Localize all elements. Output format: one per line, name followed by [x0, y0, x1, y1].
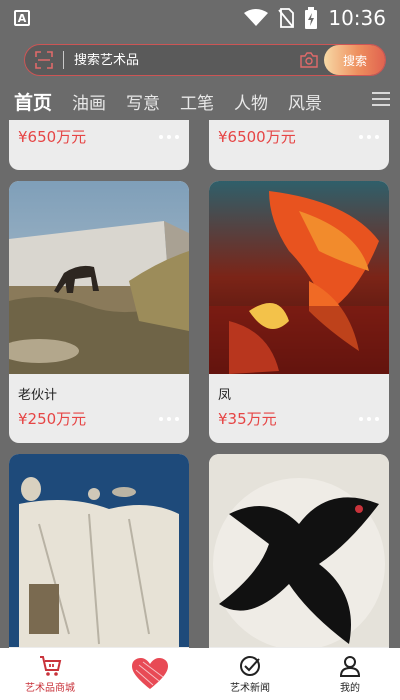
menu-icon[interactable]: [372, 92, 390, 110]
check-circle-icon: [240, 655, 260, 676]
tab-landscape[interactable]: 风景: [288, 89, 322, 114]
tab-figure[interactable]: 人物: [234, 89, 268, 114]
artwork-card[interactable]: ¥650万元: [9, 120, 189, 170]
more-icon[interactable]: [359, 416, 379, 421]
artwork-image: [209, 181, 389, 374]
more-icon[interactable]: [159, 134, 179, 139]
more-icon[interactable]: [359, 134, 379, 139]
scan-icon[interactable]: [25, 51, 63, 69]
nav-news-label: 艺术新闻: [230, 682, 270, 694]
category-tabs: 首页 油画 写意 工笔 人物 风景: [0, 82, 400, 120]
search-bar: 搜索: [24, 44, 386, 76]
wifi-icon: [244, 9, 269, 26]
artwork-card[interactable]: [209, 454, 389, 648]
tab-gongbi[interactable]: 工笔: [180, 89, 214, 114]
artwork-price: ¥650万元: [18, 128, 87, 146]
app-notification-icon: A: [14, 10, 30, 26]
artwork-price: ¥35万元: [218, 410, 277, 428]
nav-mine-label: 我的: [340, 682, 360, 694]
bottom-nav: 艺术品商城 艺术新闻 我的: [0, 648, 400, 700]
nav-mine[interactable]: 我的: [305, 655, 395, 694]
shopping-cart-icon: [40, 655, 62, 676]
nav-shop-label: 艺术品商城: [25, 682, 75, 694]
artwork-card[interactable]: 凤 ¥35万元: [209, 181, 389, 443]
artwork-card[interactable]: [9, 454, 189, 648]
artwork-title: 老伙计: [18, 388, 58, 403]
tab-home[interactable]: 首页: [14, 88, 52, 115]
artwork-image: [209, 454, 389, 647]
nav-news[interactable]: 艺术新闻: [205, 655, 295, 694]
more-icon[interactable]: [159, 416, 179, 421]
tab-freehand[interactable]: 写意: [126, 89, 160, 114]
search-button[interactable]: 搜索: [324, 45, 385, 75]
search-input[interactable]: [64, 52, 294, 68]
nav-shop[interactable]: 艺术品商城: [5, 655, 95, 694]
artwork-card[interactable]: 老伙计 ¥250万元: [9, 181, 189, 443]
artwork-price: ¥250万元: [18, 410, 87, 428]
tab-oil-painting[interactable]: 油画: [72, 89, 106, 114]
nav-heart[interactable]: [105, 657, 195, 691]
artwork-price: ¥6500万元: [218, 128, 296, 146]
battery-charging-icon: [305, 7, 318, 29]
artwork-image: [9, 454, 189, 647]
heart-icon: [132, 658, 168, 689]
artwork-image: [9, 181, 189, 374]
artwork-title: 凤: [218, 388, 232, 403]
status-bar: A 10:36: [0, 0, 400, 36]
artwork-grid: ¥650万元 ¥6500万元 老伙计 ¥250万元 凤 ¥35万元: [0, 120, 400, 648]
no-sim-icon: [278, 8, 295, 28]
artwork-card[interactable]: ¥6500万元: [209, 120, 389, 170]
user-icon: [339, 655, 361, 677]
clock: 10:36: [328, 6, 386, 30]
camera-icon[interactable]: [294, 52, 324, 68]
